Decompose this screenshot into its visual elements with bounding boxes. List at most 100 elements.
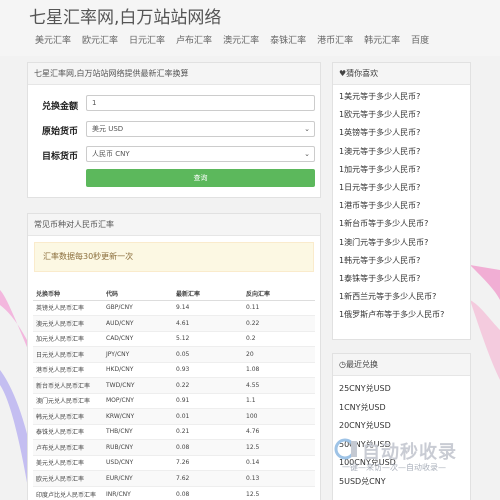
- table-row[interactable]: 日元兑人民币汇率 JPY/CNY 0.05 20: [33, 346, 315, 362]
- nav-item-aud[interactable]: 澳元汇率: [223, 33, 259, 46]
- reverse-rate-cell: 1.08: [243, 361, 315, 378]
- nav-item-krw[interactable]: 韩元汇率: [364, 33, 400, 46]
- watermark-subtitle: 一键—来访—次—自动收录—: [342, 463, 446, 472]
- column-header: 代码: [103, 287, 173, 301]
- code-cell: HKD/CNY: [103, 361, 173, 378]
- rate-cell: 5.12: [173, 330, 243, 347]
- guess-link[interactable]: 1澳门元等于多少人民币?: [339, 234, 470, 252]
- nav-item-usd[interactable]: 美元汇率: [35, 33, 71, 46]
- currency-name-cell[interactable]: 美元兑人民币汇率: [33, 454, 103, 471]
- nav-item-hkd[interactable]: 港币汇率: [317, 33, 353, 46]
- guess-link[interactable]: 1日元等于多少人民币?: [339, 179, 470, 197]
- watermark-logo-icon: [334, 438, 357, 460]
- code-cell: MOP/CNY: [103, 392, 173, 409]
- currency-name-cell[interactable]: 澳元兑人民币汇率: [33, 315, 103, 331]
- recent-link[interactable]: 25CNY兑USD: [339, 380, 470, 399]
- top-nav: 美元汇率 欧元汇率 日元汇率 卢布汇率 澳元汇率 泰铢汇率 港币汇率 韩元汇率 …: [35, 33, 440, 46]
- guess-link[interactable]: 1新台币等于多少人民币?: [339, 215, 470, 233]
- code-cell: JPY/CNY: [103, 346, 173, 362]
- watermark: 自动秒收录 一键—来访—次—自动收录—: [334, 438, 500, 478]
- currency-name-cell[interactable]: 加元兑人民币汇率: [33, 330, 103, 347]
- table-row[interactable]: 美元兑人民币汇率 USD/CNY 7.26 0.14: [33, 454, 315, 471]
- guess-link[interactable]: 1港币等于多少人民币?: [339, 197, 470, 215]
- chevron-down-icon: ⌄: [304, 150, 310, 158]
- reverse-rate-cell: 12.5: [243, 439, 315, 455]
- table-row[interactable]: 港币兑人民币汇率 HKD/CNY 0.93 1.08: [33, 361, 315, 378]
- table-row[interactable]: 加元兑人民币汇率 CAD/CNY 5.12 0.2: [33, 330, 315, 347]
- site-title[interactable]: 七星汇率网,白万站站网络: [29, 3, 221, 28]
- recent-heading: ◷最近兑换: [333, 354, 470, 376]
- table-row[interactable]: 欧元兑人民币汇率 EUR/CNY 7.62 0.13: [33, 470, 315, 486]
- currency-name-cell[interactable]: 港币兑人民币汇率: [33, 361, 103, 378]
- guess-heading: ♥猜你喜欢: [333, 63, 470, 85]
- rate-cell: 0.93: [173, 361, 243, 378]
- common-rates-heading: 常见币种对人民币汇率: [28, 214, 320, 236]
- rate-cell: 0.01: [173, 408, 243, 424]
- guess-link[interactable]: 1泰铢等于多少人民币?: [339, 270, 470, 288]
- column-header: 反向汇率: [243, 287, 315, 301]
- column-header: 最新汇率: [173, 287, 243, 301]
- code-cell: TWD/CNY: [103, 377, 173, 393]
- column-header: 兑换币种: [33, 287, 103, 301]
- reverse-rate-cell: 4.55: [243, 377, 315, 393]
- guess-heading-label: 猜你喜欢: [346, 69, 379, 78]
- guess-link[interactable]: 1美元等于多少人民币?: [339, 88, 470, 106]
- rate-cell: 0.21: [173, 423, 243, 440]
- currency-name-cell[interactable]: 新台币兑人民币汇率: [33, 377, 103, 393]
- target-currency-select[interactable]: 人民币 CNY ⌄: [86, 146, 315, 162]
- table-row[interactable]: 澳门元兑人民币汇率 MOP/CNY 0.91 1.1: [33, 392, 315, 409]
- table-row[interactable]: 泰铢兑人民币汇率 THB/CNY 0.21 4.76: [33, 423, 315, 440]
- rates-table: 兑换币种 代码 最新汇率 反向汇率 英镑兑人民币汇率 GBP/CNY 9.14 0.1…: [33, 287, 315, 500]
- guess-panel: ♥猜你喜欢 1美元等于多少人民币? 1欧元等于多少人民币? 1英镑等于多少人民币? 1…: [332, 62, 471, 340]
- currency-name-cell[interactable]: 欧元兑人民币汇率: [33, 470, 103, 486]
- query-button[interactable]: 查询: [86, 169, 315, 187]
- code-cell: RUB/CNY: [103, 439, 173, 455]
- guess-link[interactable]: 1俄罗斯卢布等于多少人民币?: [339, 306, 470, 324]
- rate-cell: 7.62: [173, 470, 243, 486]
- table-row[interactable]: 新台币兑人民币汇率 TWD/CNY 0.22 4.55: [33, 377, 315, 393]
- chevron-down-icon: ⌄: [304, 125, 310, 133]
- rate-cell: 4.61: [173, 315, 243, 331]
- update-notice: 汇率数据每30秒更新一次: [34, 242, 314, 272]
- recent-link[interactable]: 20CNY兑USD: [339, 417, 470, 436]
- table-row[interactable]: 澳元兑人民币汇率 AUD/CNY 4.61 0.22: [33, 315, 315, 331]
- table-row[interactable]: 英镑兑人民币汇率 GBP/CNY 9.14 0.11: [33, 299, 315, 316]
- currency-name-cell[interactable]: 卢布兑人民币汇率: [33, 439, 103, 455]
- guess-link[interactable]: 1澳元等于多少人民币?: [339, 143, 470, 161]
- code-cell: KRW/CNY: [103, 408, 173, 424]
- currency-name-cell[interactable]: 日元兑人民币汇率: [33, 346, 103, 362]
- rate-cell: 0.08: [173, 485, 243, 500]
- guess-link[interactable]: 1新西兰元等于多少人民币?: [339, 288, 470, 306]
- table-row[interactable]: 印度卢比兑人民币汇率 INR/CNY 0.08 12.5: [33, 485, 315, 500]
- recent-link[interactable]: 1CNY兑USD: [339, 399, 470, 418]
- recent-heading-label: 最近兑换: [345, 360, 378, 369]
- nav-item-baidu[interactable]: 百度: [411, 33, 429, 46]
- target-currency-label: 目标货币: [42, 152, 79, 162]
- guess-link[interactable]: 1加元等于多少人民币?: [339, 161, 470, 179]
- currency-name-cell[interactable]: 英镑兑人民币汇率: [33, 299, 103, 316]
- currency-name-cell[interactable]: 韩元兑人民币汇率: [33, 408, 103, 424]
- currency-name-cell[interactable]: 印度卢比兑人民币汇率: [33, 485, 103, 500]
- reverse-rate-cell: 0.2: [243, 330, 315, 347]
- code-cell: EUR/CNY: [103, 470, 173, 486]
- code-cell: USD/CNY: [103, 454, 173, 471]
- amount-label: 兑换金额: [42, 102, 79, 112]
- reverse-rate-cell: 20: [243, 346, 315, 362]
- nav-item-thb[interactable]: 泰铢汇率: [270, 33, 306, 46]
- guess-link[interactable]: 1韩元等于多少人民币?: [339, 252, 470, 270]
- table-row[interactable]: 卢布兑人民币汇率 RUB/CNY 0.08 12.5: [33, 439, 315, 455]
- code-cell: AUD/CNY: [103, 315, 173, 331]
- converter-heading: 七星汇率网,白万站站网络提供最新汇率换算: [28, 63, 320, 85]
- nav-item-jpy[interactable]: 日元汇率: [129, 33, 165, 46]
- nav-item-eur[interactable]: 欧元汇率: [82, 33, 118, 46]
- table-row[interactable]: 韩元兑人民币汇率 KRW/CNY 0.01 100: [33, 408, 315, 424]
- currency-name-cell[interactable]: 泰铢兑人民币汇率: [33, 423, 103, 440]
- nav-item-rub[interactable]: 卢布汇率: [176, 33, 212, 46]
- currency-name-cell[interactable]: 澳门元兑人民币汇率: [33, 392, 103, 409]
- guess-link[interactable]: 1英镑等于多少人民币?: [339, 124, 470, 142]
- code-cell: CAD/CNY: [103, 330, 173, 347]
- source-currency-select[interactable]: 美元 USD ⌄: [86, 121, 315, 137]
- amount-input[interactable]: 1: [86, 95, 315, 111]
- guess-link[interactable]: 1欧元等于多少人民币?: [339, 106, 470, 124]
- rate-cell: 0.22: [173, 377, 243, 393]
